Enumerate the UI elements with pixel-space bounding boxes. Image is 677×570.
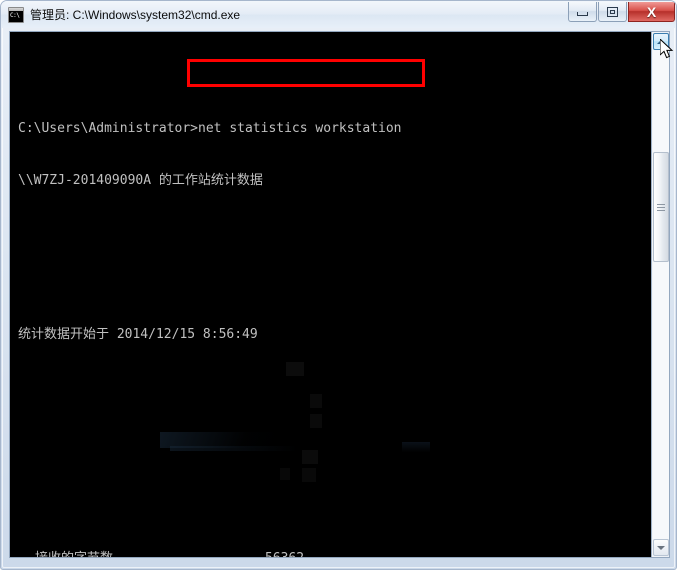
caption-buttons: X: [567, 2, 675, 22]
window-title: 管理员: C:\Windows\system32\cmd.exe: [30, 7, 241, 22]
scrollbar-track-lower[interactable]: [653, 262, 669, 539]
command-text: net statistics workstation: [198, 121, 402, 136]
stat-value: 56362: [265, 550, 304, 557]
close-button[interactable]: X: [628, 2, 675, 22]
scrollbar-track-upper[interactable]: [653, 50, 669, 152]
stat-label: 接收的字节数: [35, 550, 113, 557]
cmd-console-icon: [8, 6, 24, 23]
stats-header-line: \\W7ZJ-201409090A 的工作站统计数据: [18, 172, 263, 188]
stats-since-line: 统计数据开始于 2014/12/15 8:56:49: [18, 327, 258, 343]
titlebar[interactable]: 管理员: C:\Windows\system32\cmd.exe X: [1, 1, 676, 28]
maximize-icon: [607, 6, 618, 17]
stats-group-network-io: 接收的字节数56362接收的服务器消息块 (SMB)371传输的字节数37094…: [18, 550, 402, 557]
console-output[interactable]: C:\Users\Administrator>net statistics wo…: [10, 32, 651, 557]
vertical-scrollbar[interactable]: [651, 32, 669, 557]
maximize-button[interactable]: [598, 2, 627, 22]
minimize-icon: [577, 11, 588, 16]
scroll-down-button[interactable]: [653, 539, 669, 556]
stat-row: 接收的字节数 56362: [18, 550, 402, 557]
console-text-block: C:\Users\Administrator>net statistics wo…: [10, 32, 402, 557]
screen-artifact: [402, 442, 430, 452]
console-client-area: C:\Users\Administrator>net statistics wo…: [9, 31, 670, 558]
chevron-down-icon: [657, 545, 665, 550]
grip-icon: [657, 203, 665, 211]
cmd-window: 管理员: C:\Windows\system32\cmd.exe X: [0, 0, 677, 570]
minimize-button[interactable]: [568, 2, 597, 22]
prompt-text: C:\Users\Administrator>: [18, 121, 199, 136]
command-line: C:\Users\Administrator>net statistics wo…: [18, 120, 402, 137]
chevron-up-icon: [657, 39, 665, 44]
scrollbar-thumb[interactable]: [653, 152, 669, 262]
close-icon: X: [646, 3, 657, 20]
scroll-up-button[interactable]: [653, 33, 669, 50]
